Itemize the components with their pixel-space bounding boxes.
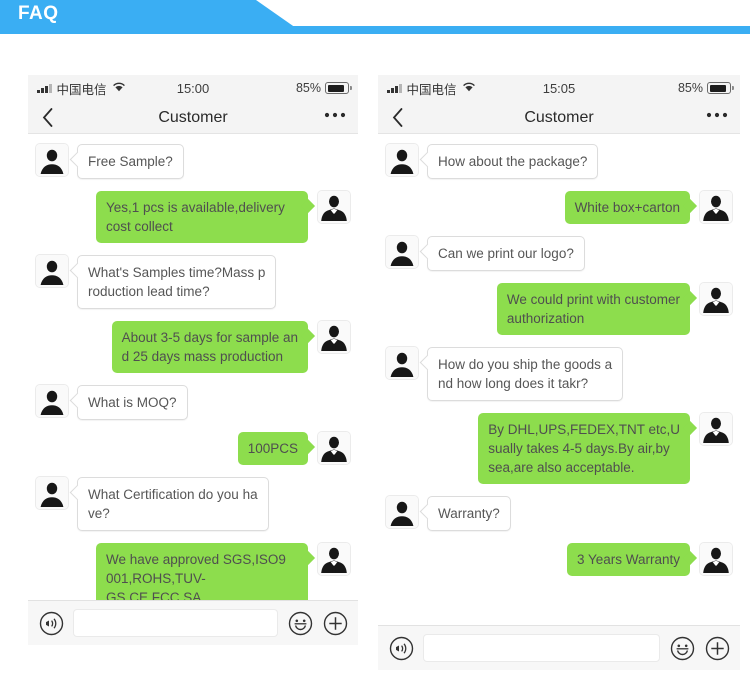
avatar-customer[interactable] [386,236,418,268]
avatar-customer[interactable] [36,477,68,509]
message-row-incoming: Free Sample? [36,144,350,179]
message-row-incoming: What's Samples time?Mass p roduction lea… [36,255,350,309]
page-title: FAQ [18,3,59,24]
conversation-title: Customer [524,108,594,126]
battery-icon [325,82,352,94]
avatar-customer[interactable] [36,144,68,176]
message-bubble: Warranty? [427,496,511,531]
more-options-button[interactable] [706,101,728,134]
battery-percent-label: 85% [295,81,321,95]
message-bubble: We could print with customer authorizati… [496,283,690,335]
message-list[interactable]: Free Sample? Yes,1 pcs is available,deliv… [28,134,358,600]
nav-bar: Customer [378,101,740,134]
conversation-title: Customer [158,108,228,126]
person-silhouette [386,496,418,528]
message-bubble: 100PCS [237,432,308,465]
message-row-outgoing: Yes,1 pcs is available,delivery cost col… [36,191,350,243]
avatar-seller[interactable] [700,413,732,445]
ellipsis-icon [706,112,728,117]
status-bar-right: 85% [295,75,352,101]
page-banner: FAQ [0,0,750,34]
plus-circle-icon[interactable] [322,610,348,636]
message-row-outgoing: 100PCS [36,432,350,465]
message-row-incoming: What Certification do you ha ve? [36,477,350,531]
person-in-suit-silhouette [700,543,732,575]
person-in-suit-silhouette [700,283,732,315]
person-in-suit-silhouette [700,413,732,445]
status-bar-right: 85% [677,75,734,101]
person-in-suit-silhouette [318,321,350,353]
message-bubble: White box+carton [564,191,690,224]
avatar-customer[interactable] [386,347,418,379]
status-bar: 中国电信 15:00 85% [28,75,358,101]
plus-circle-icon[interactable] [704,635,730,661]
message-row-outgoing: We have approved SGS,ISO9 001,ROHS,TUV-G… [36,543,350,600]
avatar-customer[interactable] [36,385,68,417]
message-row-incoming: What is MOQ? [36,385,350,420]
message-row-outgoing: We could print with customer authorizati… [386,283,732,335]
person-silhouette [386,144,418,176]
message-bubble: We have approved SGS,ISO9 001,ROHS,TUV-G… [96,543,308,600]
message-input[interactable] [424,635,659,661]
avatar-seller[interactable] [318,543,350,575]
phone-screenshot-left: 中国电信 15:00 85% Customer Free Sample? Yes,… [28,75,358,645]
smiley-face-icon[interactable] [287,610,313,636]
voice-wave-icon[interactable] [388,635,414,661]
avatar-seller[interactable] [318,321,350,353]
message-bubble: What's Samples time?Mass p roduction lea… [77,255,277,309]
avatar-seller[interactable] [700,191,732,223]
avatar-customer[interactable] [36,255,68,287]
message-row-outgoing: By DHL,UPS,FEDEX,TNT etc,U sually takes … [386,413,732,484]
message-composer [378,625,740,670]
message-bubble: How about the package? [427,144,599,179]
person-silhouette [386,236,418,268]
status-bar: 中国电信 15:05 85% [378,75,740,101]
message-bubble: Yes,1 pcs is available,delivery cost col… [96,191,308,243]
nav-bar: Customer [28,101,358,134]
message-bubble: By DHL,UPS,FEDEX,TNT etc,U sually takes … [478,413,690,484]
phone-screenshot-right: 中国电信 15:05 85% Customer How about the pa… [378,75,740,670]
person-silhouette [36,255,68,287]
message-row-outgoing: 3 Years Warranty [386,543,732,576]
message-bubble: What Certification do you ha ve? [77,477,269,531]
avatar-seller[interactable] [318,191,350,223]
message-input[interactable] [74,610,277,636]
message-row-outgoing: White box+carton [386,191,732,224]
battery-percent-label: 85% [677,81,703,95]
message-composer [28,600,358,645]
message-input-wrapper[interactable] [423,634,660,662]
smiley-face-icon[interactable] [669,635,695,661]
person-silhouette [36,144,68,176]
message-list[interactable]: How about the package? White box+carton Ca… [378,134,740,625]
person-silhouette [386,347,418,379]
avatar-seller[interactable] [700,543,732,575]
person-silhouette [36,385,68,417]
message-row-incoming: How about the package? [386,144,732,179]
more-options-button[interactable] [324,101,346,134]
message-bubble: What is MOQ? [77,385,188,420]
battery-icon [707,82,734,94]
avatar-customer[interactable] [386,144,418,176]
person-silhouette [36,477,68,509]
message-row-incoming: How do you ship the goods a nd how long … [386,347,732,401]
message-row-outgoing: About 3-5 days for sample an d 25 days m… [36,321,350,373]
avatar-seller[interactable] [700,283,732,315]
avatar-seller[interactable] [318,432,350,464]
person-in-suit-silhouette [318,432,350,464]
message-bubble: Can we print our logo? [427,236,585,271]
message-input-wrapper[interactable] [73,609,278,637]
message-bubble: About 3-5 days for sample an d 25 days m… [111,321,308,373]
avatar-customer[interactable] [386,496,418,528]
person-in-suit-silhouette [318,191,350,223]
person-in-suit-silhouette [700,191,732,223]
message-bubble: Free Sample? [77,144,184,179]
ellipsis-icon [324,112,346,117]
message-bubble: 3 Years Warranty [566,543,690,576]
person-in-suit-silhouette [318,543,350,575]
voice-wave-icon[interactable] [38,610,64,636]
message-row-incoming: Can we print our logo? [386,236,732,271]
message-row-incoming: Warranty? [386,496,732,531]
message-bubble: How do you ship the goods a nd how long … [427,347,624,401]
